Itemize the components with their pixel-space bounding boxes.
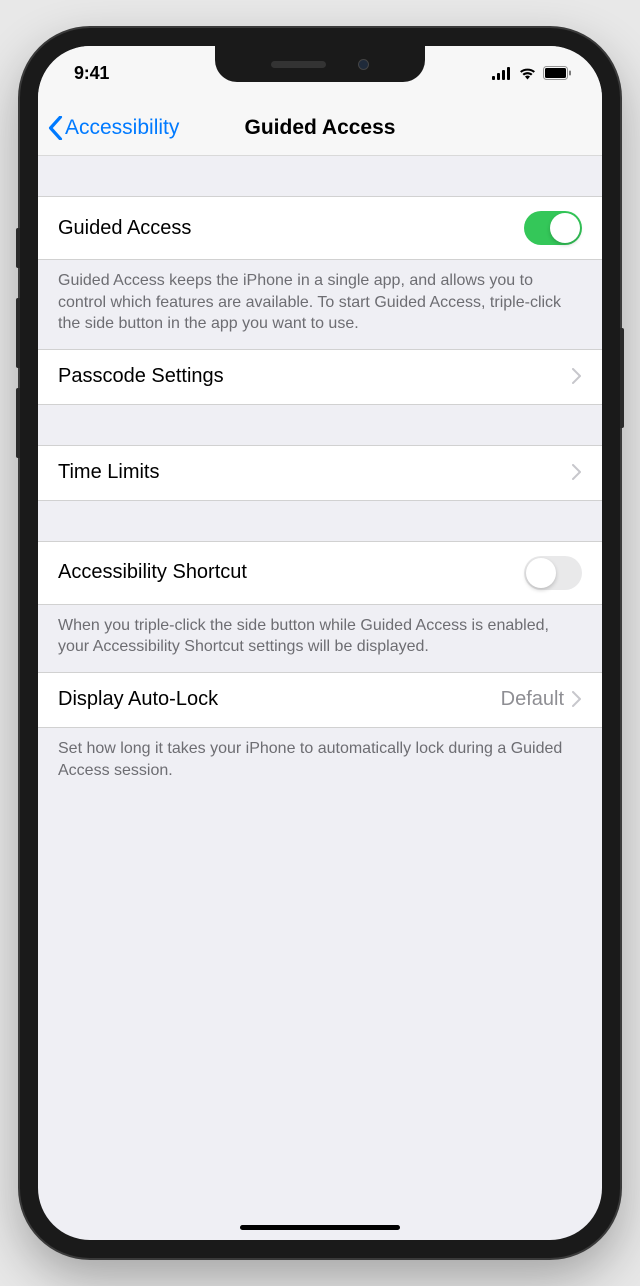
iphone-frame: 9:41 [20, 28, 620, 1258]
notch [215, 46, 425, 82]
guided-access-label: Guided Access [58, 217, 524, 240]
wifi-icon [518, 66, 537, 80]
speaker [271, 61, 326, 68]
display-auto-lock-row[interactable]: Display Auto-Lock Default [38, 672, 602, 728]
volume-up-button [16, 298, 20, 368]
display-auto-lock-label: Display Auto-Lock [58, 688, 501, 711]
screen: 9:41 [38, 46, 602, 1240]
display-auto-lock-value: Default [501, 688, 564, 711]
guided-access-footer: Guided Access keeps the iPhone in a sing… [38, 260, 602, 349]
cellular-icon [492, 67, 512, 80]
home-indicator[interactable] [240, 1225, 400, 1230]
page-title: Guided Access [245, 116, 396, 140]
accessibility-shortcut-toggle[interactable] [524, 556, 582, 590]
status-time: 9:41 [74, 63, 109, 84]
nav-bar: Accessibility Guided Access [38, 100, 602, 156]
chevron-left-icon [48, 116, 63, 140]
guided-access-row[interactable]: Guided Access [38, 196, 602, 260]
battery-icon [543, 66, 572, 80]
settings-content: Guided Access Guided Access keeps the iP… [38, 156, 602, 795]
accessibility-shortcut-footer: When you triple-click the side button wh… [38, 605, 602, 672]
guided-access-toggle[interactable] [524, 211, 582, 245]
passcode-settings-row[interactable]: Passcode Settings [38, 349, 602, 405]
mute-switch [16, 228, 20, 268]
toggle-knob [550, 213, 580, 243]
toggle-knob [526, 558, 556, 588]
chevron-right-icon [572, 364, 582, 390]
back-label: Accessibility [65, 116, 179, 140]
status-icons [492, 66, 572, 80]
chevron-right-icon [572, 687, 582, 713]
time-limits-row[interactable]: Time Limits [38, 445, 602, 501]
accessibility-shortcut-row[interactable]: Accessibility Shortcut [38, 541, 602, 605]
display-auto-lock-footer: Set how long it takes your iPhone to aut… [38, 728, 602, 795]
chevron-right-icon [572, 460, 582, 486]
accessibility-shortcut-label: Accessibility Shortcut [58, 561, 524, 584]
passcode-settings-label: Passcode Settings [58, 365, 572, 388]
volume-down-button [16, 388, 20, 458]
front-camera [358, 59, 369, 70]
side-button [620, 328, 624, 428]
time-limits-label: Time Limits [58, 461, 572, 484]
back-button[interactable]: Accessibility [48, 116, 179, 140]
